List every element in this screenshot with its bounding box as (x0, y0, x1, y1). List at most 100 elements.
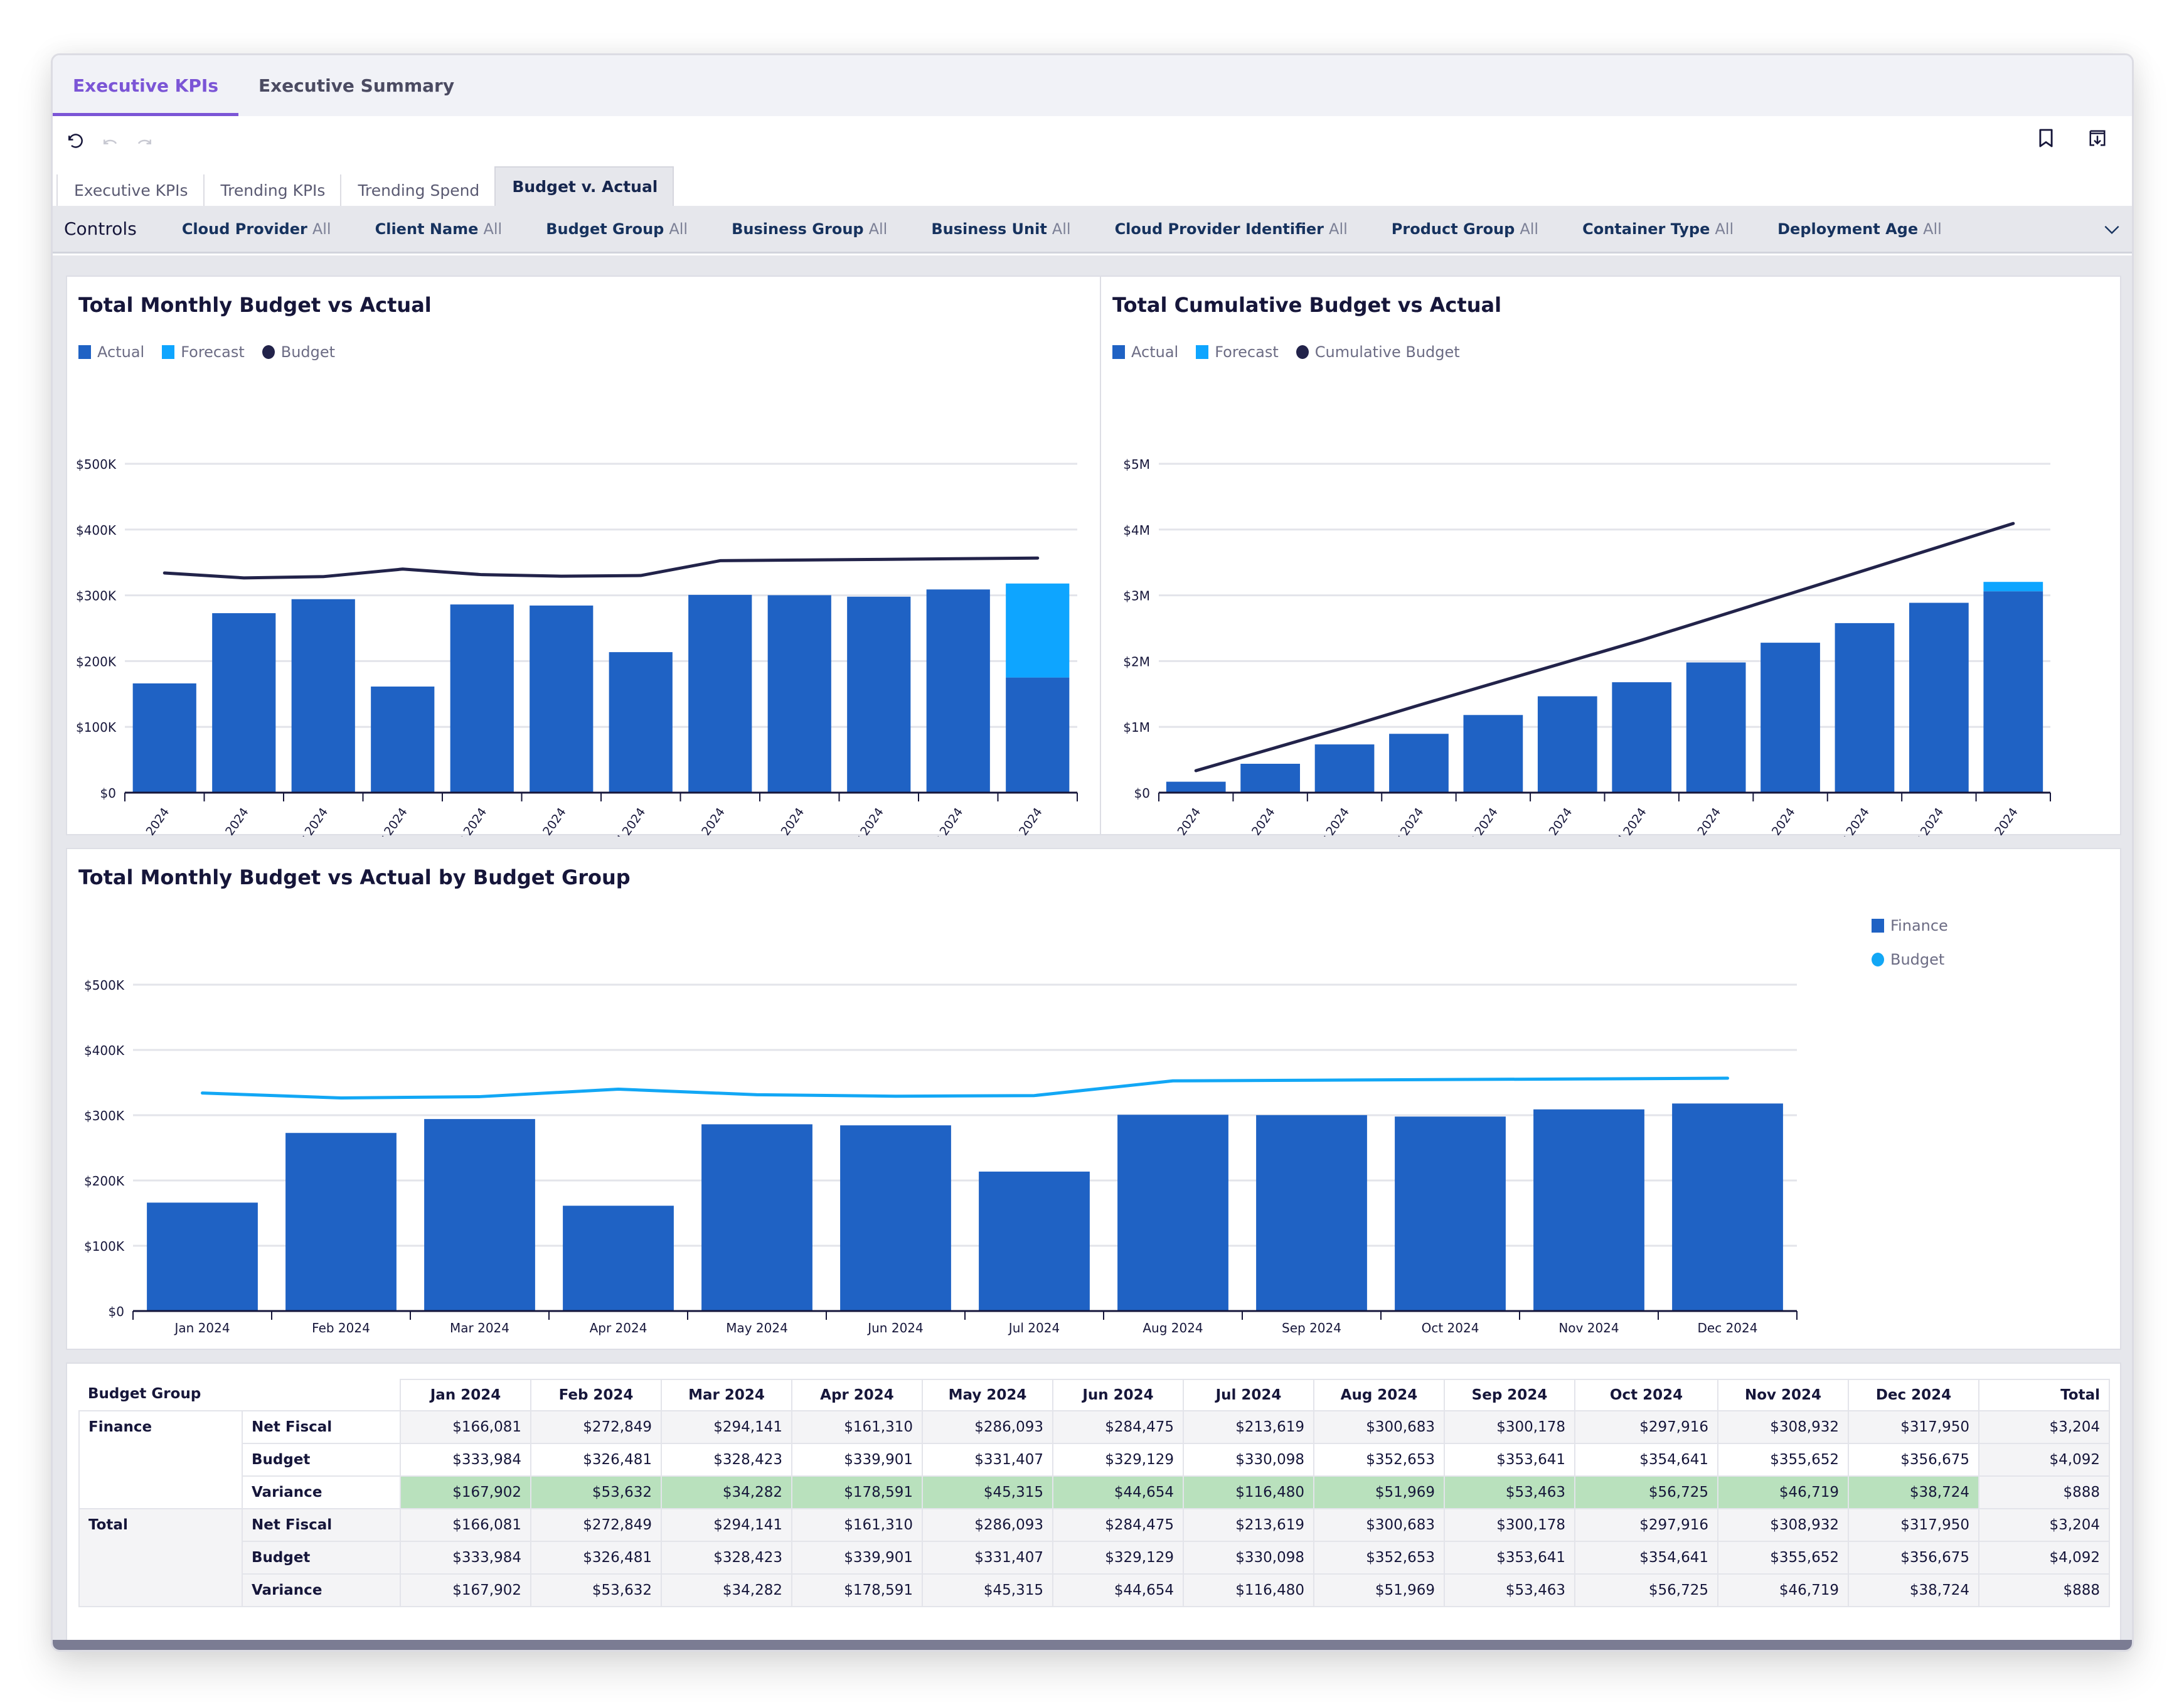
table-cell[interactable]: $297,916 (1574, 1410, 1718, 1444)
column-header[interactable]: Dec 2024 (1848, 1379, 1979, 1411)
table-cell[interactable]: $330,098 (1183, 1443, 1314, 1477)
table-cell[interactable]: $166,081 (400, 1508, 531, 1542)
table-cell[interactable]: $328,423 (661, 1443, 792, 1477)
table-cell[interactable]: $294,141 (661, 1508, 792, 1542)
sheet-tab-trending-spend[interactable]: Trending Spend (340, 174, 494, 206)
table-cell[interactable]: $272,849 (530, 1410, 662, 1444)
tab-executive-kpis[interactable]: Executive KPIs (53, 55, 238, 116)
table-cell[interactable]: $297,916 (1574, 1508, 1718, 1542)
table-cell[interactable]: $161,310 (791, 1508, 923, 1542)
column-header[interactable]: Jun 2024 (1052, 1379, 1184, 1411)
table-cell[interactable]: $213,619 (1183, 1508, 1314, 1542)
table-cell[interactable]: $330,098 (1183, 1541, 1314, 1575)
table-cell[interactable]: $3,204 (1978, 1508, 2110, 1542)
table-cell[interactable]: $46,719 (1717, 1573, 1849, 1607)
table-cell[interactable]: $352,653 (1313, 1541, 1445, 1575)
redo-icon[interactable] (134, 131, 156, 152)
table-cell[interactable]: $34,282 (661, 1475, 792, 1509)
table-cell[interactable]: $53,463 (1444, 1475, 1575, 1509)
table-cell[interactable]: $46,719 (1717, 1475, 1849, 1509)
table-cell[interactable]: $38,724 (1848, 1475, 1979, 1509)
table-cell[interactable]: $116,480 (1183, 1573, 1314, 1607)
table-cell[interactable]: $300,178 (1444, 1410, 1575, 1444)
table-cell[interactable]: $355,652 (1717, 1443, 1849, 1477)
table-cell[interactable]: $300,683 (1313, 1508, 1445, 1542)
table-cell[interactable]: $317,950 (1848, 1410, 1979, 1444)
column-header[interactable]: Jan 2024 (400, 1379, 531, 1411)
chevron-down-icon[interactable] (2102, 220, 2122, 242)
table-cell[interactable]: $329,129 (1052, 1541, 1184, 1575)
table-cell[interactable]: $56,725 (1574, 1573, 1718, 1607)
column-header[interactable]: Mar 2024 (661, 1379, 792, 1411)
table-cell[interactable]: $326,481 (530, 1443, 662, 1477)
sheet-tab-budget-v-actual[interactable]: Budget v. Actual (494, 166, 674, 206)
table-cell[interactable]: $34,282 (661, 1573, 792, 1607)
table-cell[interactable]: $888 (1978, 1475, 2110, 1509)
table-cell[interactable]: $356,675 (1848, 1443, 1979, 1477)
table-cell[interactable]: $355,652 (1717, 1541, 1849, 1575)
table-cell[interactable]: $888 (1978, 1573, 2110, 1607)
control-container-type[interactable]: Container Type All (1582, 220, 1734, 238)
row-group-header[interactable]: Total (78, 1508, 243, 1607)
table-cell[interactable]: $116,480 (1183, 1475, 1314, 1509)
table-scroll-area[interactable]: Budget Group Jan 2024 Feb 2024 Mar 2024 … (67, 1364, 2110, 1640)
column-header[interactable]: Jul 2024 (1183, 1379, 1314, 1411)
table-cell[interactable]: $3,204 (1978, 1410, 2110, 1444)
table-cell[interactable]: $286,093 (922, 1508, 1053, 1542)
table-cell[interactable]: $333,984 (400, 1443, 531, 1477)
control-business-group[interactable]: Business Group All (732, 220, 887, 238)
table-cell[interactable]: $308,932 (1717, 1508, 1849, 1542)
table-cell[interactable]: $272,849 (530, 1508, 662, 1542)
undo-icon[interactable] (99, 131, 120, 152)
table-cell[interactable]: $178,591 (791, 1475, 923, 1509)
table-cell[interactable]: $45,315 (922, 1573, 1053, 1607)
column-header[interactable]: Total (1978, 1379, 2110, 1411)
column-header[interactable]: Apr 2024 (791, 1379, 923, 1411)
row-group-header[interactable]: Finance (78, 1410, 243, 1509)
tab-executive-summary[interactable]: Executive Summary (238, 55, 474, 116)
column-header[interactable]: Feb 2024 (530, 1379, 662, 1411)
table-cell[interactable]: $161,310 (791, 1410, 923, 1444)
bookmark-icon[interactable] (2035, 127, 2057, 149)
table-cell[interactable]: $300,178 (1444, 1508, 1575, 1542)
table-cell[interactable]: $53,463 (1444, 1573, 1575, 1607)
table-cell[interactable]: $167,902 (400, 1475, 531, 1509)
column-header[interactable]: Oct 2024 (1574, 1379, 1718, 1411)
table-cell[interactable]: $178,591 (791, 1573, 923, 1607)
control-cloud-provider-identifier[interactable]: Cloud Provider Identifier All (1115, 220, 1348, 238)
table-cell[interactable]: $329,129 (1052, 1443, 1184, 1477)
table-cell[interactable]: $317,950 (1848, 1508, 1979, 1542)
table-cell[interactable]: $300,683 (1313, 1410, 1445, 1444)
control-client-name[interactable]: Client Name All (375, 220, 503, 238)
table-cell[interactable]: $326,481 (530, 1541, 662, 1575)
table-cell[interactable]: $331,407 (922, 1541, 1053, 1575)
table-cell[interactable]: $4,092 (1978, 1443, 2110, 1477)
table-cell[interactable]: $353,641 (1444, 1443, 1575, 1477)
table-cell[interactable]: $356,675 (1848, 1541, 1979, 1575)
table-cell[interactable]: $53,632 (530, 1573, 662, 1607)
table-cell[interactable]: $354,641 (1574, 1443, 1718, 1477)
control-business-unit[interactable]: Business Unit All (931, 220, 1070, 238)
table-cell[interactable]: $294,141 (661, 1410, 792, 1444)
table-cell[interactable]: $339,901 (791, 1541, 923, 1575)
table-cell[interactable]: $333,984 (400, 1541, 531, 1575)
export-icon[interactable] (2087, 127, 2108, 149)
reset-icon[interactable] (64, 131, 85, 152)
control-product-group[interactable]: Product Group All (1392, 220, 1538, 238)
sheet-tab-executive-kpis[interactable]: Executive KPIs (56, 174, 203, 206)
table-cell[interactable]: $354,641 (1574, 1541, 1718, 1575)
table-cell[interactable]: $286,093 (922, 1410, 1053, 1444)
control-budget-group[interactable]: Budget Group All (546, 220, 688, 238)
column-header[interactable]: Nov 2024 (1717, 1379, 1849, 1411)
table-cell[interactable]: $328,423 (661, 1541, 792, 1575)
table-cell[interactable]: $213,619 (1183, 1410, 1314, 1444)
table-cell[interactable]: $56,725 (1574, 1475, 1718, 1509)
table-cell[interactable]: $166,081 (400, 1410, 531, 1444)
table-cell[interactable]: $352,653 (1313, 1443, 1445, 1477)
table-cell[interactable]: $339,901 (791, 1443, 923, 1477)
table-cell[interactable]: $38,724 (1848, 1573, 1979, 1607)
column-header[interactable]: Aug 2024 (1313, 1379, 1445, 1411)
table-cell[interactable]: $167,902 (400, 1573, 531, 1607)
table-cell[interactable]: $44,654 (1052, 1573, 1184, 1607)
table-cell[interactable]: $284,475 (1052, 1410, 1184, 1444)
